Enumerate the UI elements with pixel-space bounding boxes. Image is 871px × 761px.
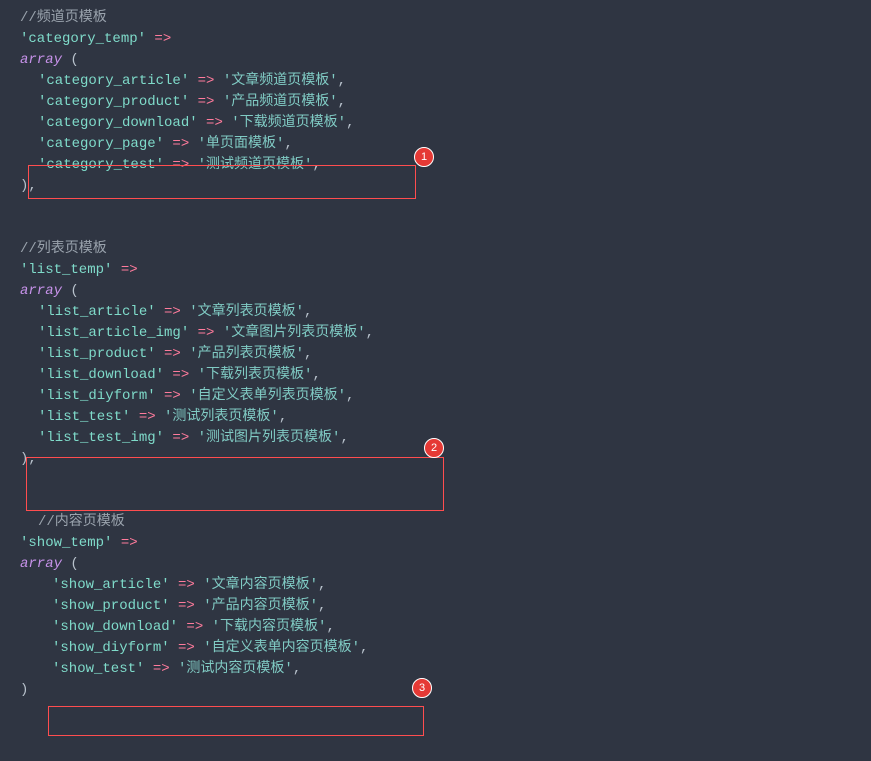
array-item: 'show_article' => '文章内容页模板', xyxy=(2,575,869,596)
annotation-box-3 xyxy=(48,706,424,736)
blank-line xyxy=(2,218,869,239)
array-close-line: ) xyxy=(2,680,869,701)
array-item: 'list_download' => '下载列表页模板', xyxy=(2,365,869,386)
array-item: 'category_test' => '测试频道页模板', xyxy=(2,155,869,176)
array-close-line: ), xyxy=(2,449,869,470)
array-item: 'show_product' => '产品内容页模板', xyxy=(2,596,869,617)
code-editor: //频道页模板 'category_temp' => array ( 'cate… xyxy=(2,8,869,701)
array-item: 'list_test' => '测试列表页模板', xyxy=(2,407,869,428)
array-item: 'category_page' => '单页面模板', xyxy=(2,134,869,155)
array-item: 'category_article' => '文章频道页模板', xyxy=(2,71,869,92)
comment-line: //内容页模板 xyxy=(2,512,869,533)
array-item: 'category_download' => '下载频道页模板', xyxy=(2,113,869,134)
blank-line xyxy=(2,491,869,512)
comment-line: //频道页模板 xyxy=(2,8,869,29)
array-key-line: 'list_temp' => xyxy=(2,260,869,281)
array-item: 'show_diyform' => '自定义表单内容页模板', xyxy=(2,638,869,659)
blank-line xyxy=(2,470,869,491)
array-item: 'list_product' => '产品列表页模板', xyxy=(2,344,869,365)
array-item: 'list_article' => '文章列表页模板', xyxy=(2,302,869,323)
array-item: 'show_test' => '测试内容页模板', xyxy=(2,659,869,680)
array-item: 'list_diyform' => '自定义表单列表页模板', xyxy=(2,386,869,407)
array-key-line: 'show_temp' => xyxy=(2,533,869,554)
blank-line xyxy=(2,197,869,218)
array-open-line: array ( xyxy=(2,50,869,71)
comment-line: //列表页模板 xyxy=(2,239,869,260)
array-item: 'list_test_img' => '测试图片列表页模板', xyxy=(2,428,869,449)
array-open-line: array ( xyxy=(2,554,869,575)
array-close-line: ), xyxy=(2,176,869,197)
array-key-line: 'category_temp' => xyxy=(2,29,869,50)
array-open-line: array ( xyxy=(2,281,869,302)
array-item: 'show_download' => '下载内容页模板', xyxy=(2,617,869,638)
array-item: 'category_product' => '产品频道页模板', xyxy=(2,92,869,113)
array-item: 'list_article_img' => '文章图片列表页模板', xyxy=(2,323,869,344)
